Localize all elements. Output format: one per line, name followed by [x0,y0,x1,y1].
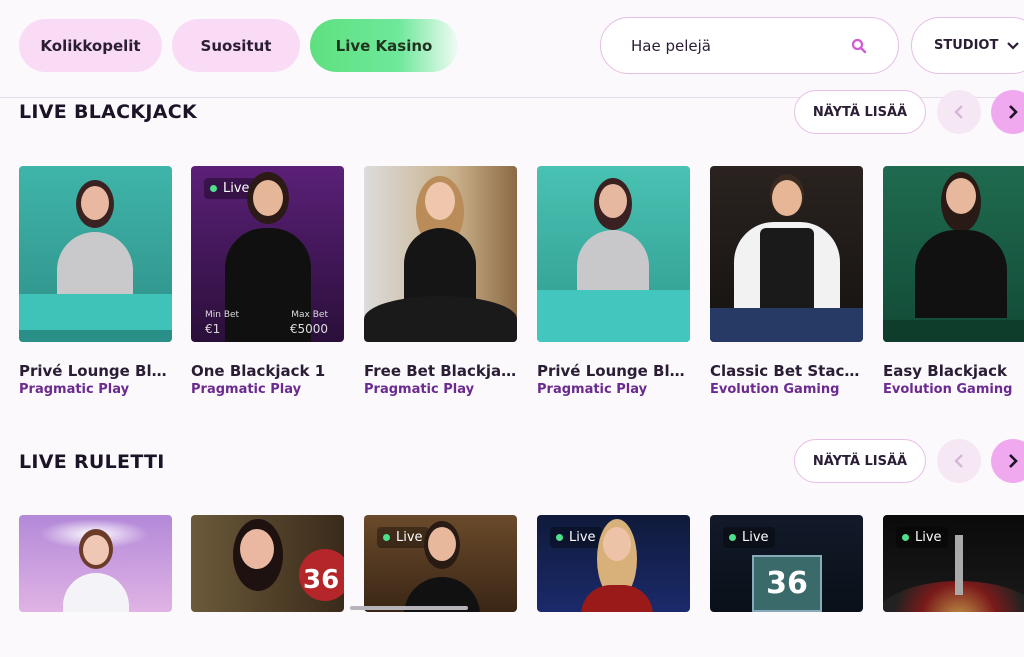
game-name[interactable]: Easy Blackjack [883,362,1024,380]
live-label: Live [742,530,769,545]
game-tile[interactable] [710,166,863,342]
live-label: Live [396,530,423,545]
page-bottom-fade [0,612,1024,657]
game-provider: Evolution Gaming [710,382,840,397]
game-provider: Evolution Gaming [883,382,1013,397]
chevron-right-icon [1009,454,1018,468]
tab-suositut[interactable]: Suositut [172,19,300,72]
game-provider: Pragmatic Play [19,382,130,397]
live-label: Live [223,181,250,196]
game-provider: Pragmatic Play [537,382,648,397]
live-badge: Live [723,527,775,548]
live-label: Live [569,530,596,545]
game-thumbnail [537,166,690,342]
game-thumbnail [883,166,1024,342]
game-thumbnail: Live Min Bet €1 Max Bet €5000 [191,166,344,342]
search-input[interactable] [631,36,850,55]
live-dot-icon [383,534,390,541]
chevron-down-icon [1007,41,1020,50]
game-tile[interactable]: Live [883,515,1024,612]
live-badge: Live [550,527,602,548]
max-bet-value: €5000 [289,322,328,336]
game-tile[interactable] [364,166,517,342]
show-more-ruletti-button[interactable]: NÄYTÄ LISÄÄ [794,439,926,483]
live-dot-icon [556,534,563,541]
section-title-live-ruletti: LIVE RULETTI [19,451,165,473]
game-thumbnail: 36 [191,515,344,612]
chevron-right-icon [1009,105,1018,119]
game-provider: Pragmatic Play [364,382,475,397]
live-dot-icon [902,534,909,541]
studio-label: STUDIOT [934,38,999,53]
game-thumbnail: Live [537,515,690,612]
blackjack-next-button[interactable] [991,90,1024,134]
game-thumbnail [710,166,863,342]
game-tile[interactable]: Live Min Bet €1 Max Bet €5000 [191,166,344,342]
game-thumbnail [364,166,517,342]
chevron-left-icon [954,105,963,119]
roulette-number: 36 [752,555,822,612]
game-tile[interactable] [883,166,1024,342]
game-name[interactable]: One Blackjack 1 [191,362,344,380]
live-badge: Live [896,527,948,548]
live-label: Live [915,530,942,545]
search-icon[interactable] [850,37,868,55]
game-thumbnail: Live 36 [710,515,863,612]
ruletti-prev-button[interactable] [937,439,981,483]
tab-live-kasino[interactable]: Live Kasino [310,19,458,72]
game-thumbnail: Live [364,515,517,612]
game-provider: Pragmatic Play [191,382,302,397]
min-bet-value: €1 [205,322,221,336]
game-tile[interactable] [19,515,172,612]
game-tile[interactable]: Live [364,515,517,612]
chevron-left-icon [954,454,963,468]
ruletti-next-button[interactable] [991,439,1024,483]
max-bet-label: Max Bet [291,310,328,320]
tab-kolikkopelit[interactable]: Kolikkopelit [19,19,162,72]
game-tile[interactable]: Live 36 [710,515,863,612]
game-name[interactable]: Classic Bet Stacke… [710,362,863,380]
game-thumbnail [19,515,172,612]
live-dot-icon [210,185,217,192]
live-dot-icon [729,534,736,541]
game-tile[interactable] [19,166,172,342]
blackjack-prev-button[interactable] [937,90,981,134]
roulette-number: 36 [303,565,340,595]
search-box [600,17,899,74]
section-title-live-blackjack: LIVE BLACKJACK [19,101,198,123]
show-more-blackjack-button[interactable]: NÄYTÄ LISÄÄ [794,90,926,134]
game-name[interactable]: Free Bet Blackjack [364,362,517,380]
game-tile[interactable]: Live [537,515,690,612]
game-name[interactable]: Privé Lounge Blac… [19,362,172,380]
game-thumbnail [19,166,172,342]
game-thumbnail: Live [883,515,1024,612]
live-badge: Live [377,527,429,548]
game-tile[interactable]: 36 [191,515,344,612]
studio-dropdown[interactable]: STUDIOT [911,17,1024,74]
scroll-indicator[interactable] [350,606,468,610]
min-bet-label: Min Bet [205,310,240,320]
top-navigation-bar: Kolikkopelit Suositut Live Kasino STUDIO… [0,0,1024,98]
game-tile[interactable] [537,166,690,342]
game-name[interactable]: Privé Lounge Blac… [537,362,690,380]
